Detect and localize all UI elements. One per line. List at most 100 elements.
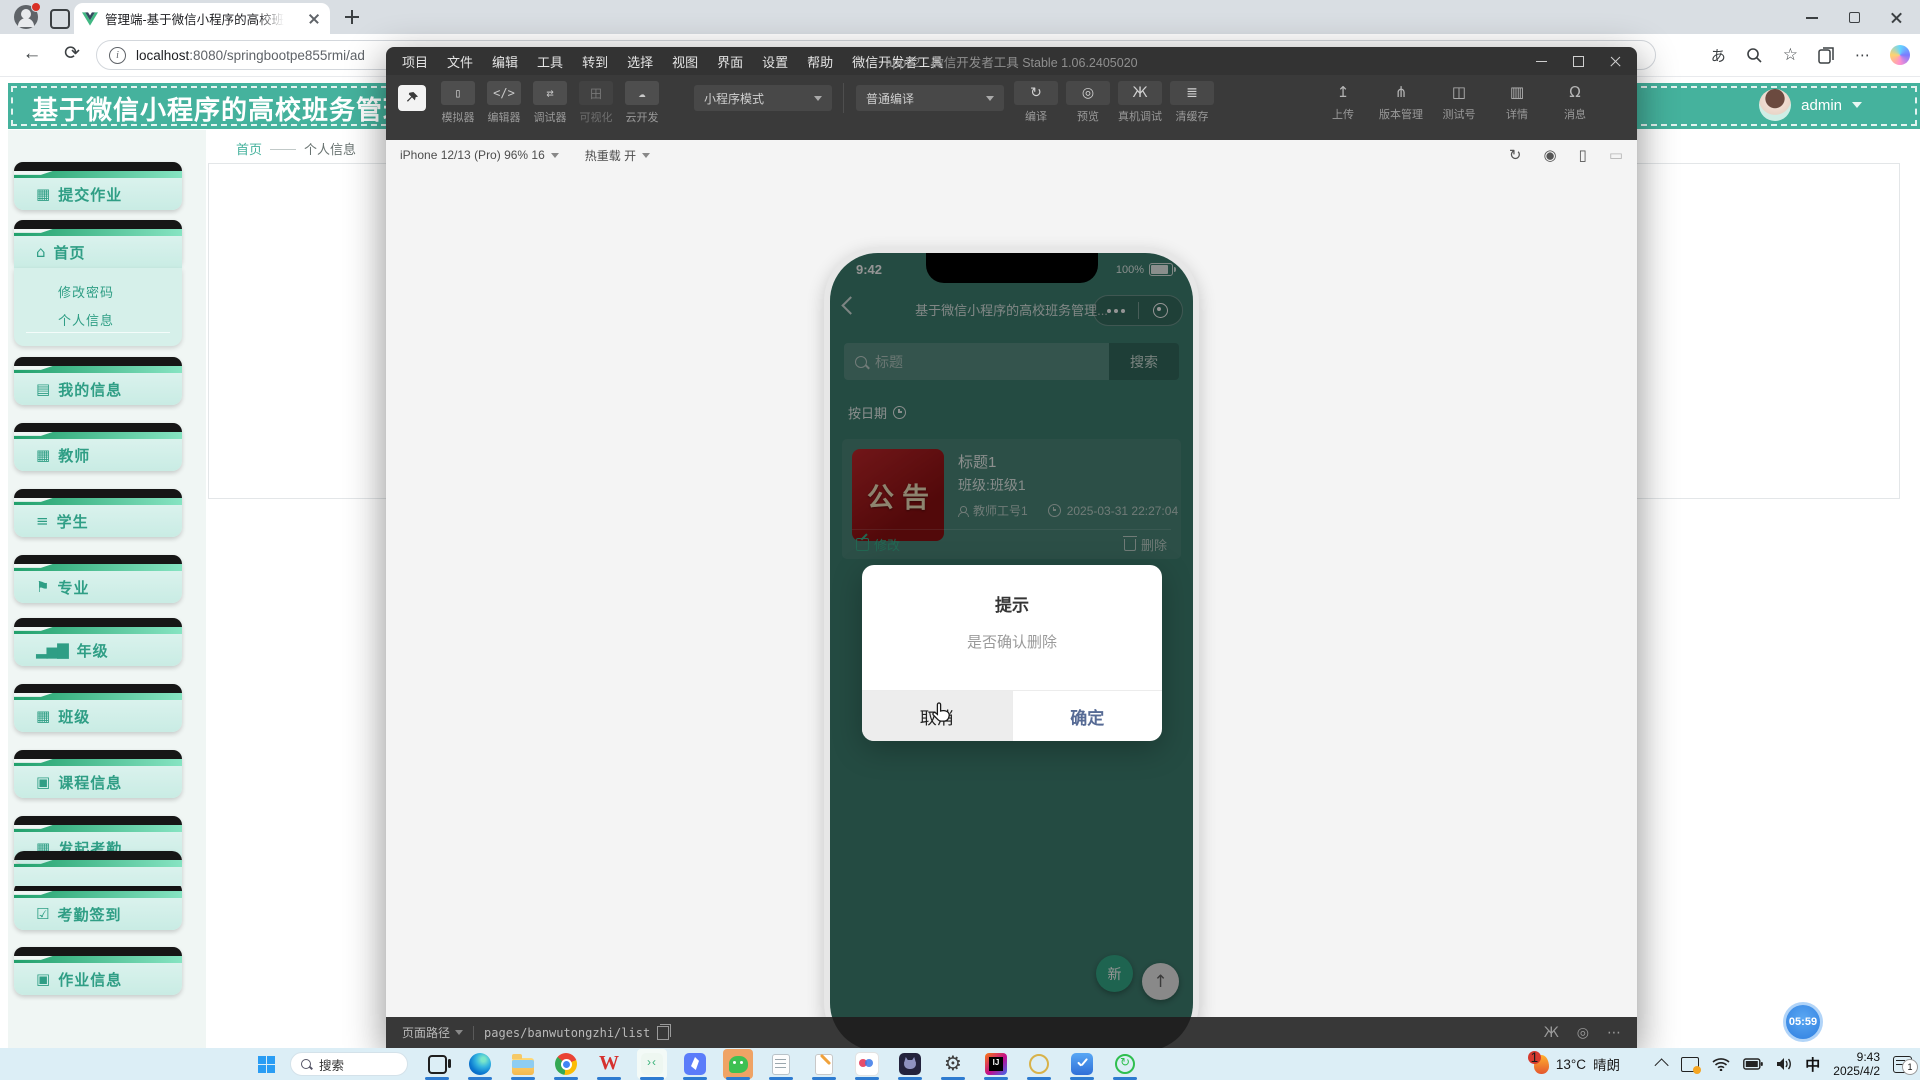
taskbar-app[interactable] — [981, 1049, 1011, 1079]
taskbar-app[interactable] — [766, 1049, 796, 1079]
taskbar-weather[interactable]: 1 13°C 晴朗 — [1534, 1048, 1620, 1080]
mode-select[interactable]: 小程序模式 — [694, 85, 832, 111]
taskbar-app[interactable] — [938, 1049, 968, 1079]
sidebar-item[interactable]: ≡ 学生 — [14, 489, 182, 537]
taskbar-app[interactable] — [723, 1049, 753, 1079]
toolbar-tool[interactable]: ▯ 模拟器 — [438, 81, 478, 125]
sidebar-item[interactable]: ⌂ 首页 — [14, 220, 182, 268]
zoom-icon[interactable] — [1746, 47, 1763, 64]
sidebar-item[interactable]: ⚑ 专业 — [14, 555, 182, 603]
devtools-maximize-icon[interactable] — [1573, 56, 1584, 67]
wifi-icon[interactable] — [1712, 1057, 1730, 1071]
menu-item[interactable]: 微信开发者工具 — [852, 52, 943, 71]
devtools-close-icon[interactable] — [1610, 56, 1621, 67]
notification-icon[interactable]: 1 — [1893, 1056, 1912, 1073]
window-maximize-icon[interactable] — [1848, 11, 1860, 23]
floating-clock-widget[interactable]: 05:59 — [1783, 1002, 1823, 1042]
record-icon[interactable]: ◉ — [1543, 146, 1556, 164]
hot-reload-select[interactable]: 热重载 开 — [585, 147, 650, 164]
toolbar-action[interactable]: ↻ 编译 — [1014, 81, 1058, 124]
compile-mode-select[interactable]: 普通编译 — [856, 85, 1004, 111]
taskbar-app[interactable] — [680, 1049, 710, 1079]
toolbar-tool[interactable]: ⇄ 调试器 — [530, 81, 570, 125]
sidebar-item[interactable]: ▦ 教师 — [14, 423, 182, 471]
toolbar-right-action[interactable]: Ω 消息 — [1553, 81, 1597, 122]
taskbar-app[interactable] — [465, 1049, 495, 1079]
menu-item[interactable]: 帮助 — [807, 52, 833, 71]
devtools-minimize-icon[interactable] — [1536, 56, 1547, 67]
toolbar-right-action[interactable]: ◫ 测试号 — [1437, 81, 1481, 122]
menu-item[interactable]: 编辑 — [492, 52, 518, 71]
menu-item[interactable]: 选择 — [627, 52, 653, 71]
reload-icon[interactable]: ⟳ — [62, 44, 82, 64]
user-menu[interactable]: admin — [1759, 89, 1862, 121]
taskbar-app[interactable] — [594, 1049, 624, 1079]
taskbar-app[interactable] — [1110, 1049, 1140, 1079]
more-menu-icon[interactable]: ⋯ — [1855, 46, 1870, 64]
tray-chevron-icon[interactable] — [1655, 1058, 1669, 1072]
device-select[interactable]: iPhone 12/13 (Pro) 96% 16 — [400, 148, 559, 162]
sidebar-item[interactable]: ▦ 班级 — [14, 684, 182, 732]
taskbar-app[interactable] — [809, 1049, 839, 1079]
menu-item[interactable]: 转到 — [582, 52, 608, 71]
tab-actions-icon[interactable] — [50, 9, 70, 29]
toolbar-tool[interactable]: </> 编辑器 — [484, 81, 524, 125]
battery-icon[interactable] — [1743, 1058, 1763, 1070]
sidebar-item[interactable]: ▦ 提交作业 — [14, 162, 182, 210]
window-close-icon[interactable] — [1890, 11, 1902, 23]
copilot-icon[interactable] — [1890, 45, 1910, 65]
taskbar-app[interactable] — [508, 1049, 538, 1079]
sidebar-item[interactable]: ▣ 作业信息 — [14, 947, 182, 995]
window-minimize-icon[interactable] — [1806, 11, 1818, 23]
sidebar-item[interactable]: ▣ 课程信息 — [14, 750, 182, 798]
toolbar-action[interactable]: Ж 真机调试 — [1118, 81, 1162, 124]
copy-icon[interactable] — [657, 1026, 669, 1040]
favorite-star-icon[interactable]: ☆ — [1783, 45, 1798, 65]
toolbar-right-action[interactable]: ▥ 详情 — [1495, 81, 1539, 122]
ime-indicator[interactable]: 中 — [1805, 1054, 1820, 1075]
pin-icon[interactable] — [398, 85, 426, 111]
menu-item[interactable]: 文件 — [447, 52, 473, 71]
sidebar-subitem-change-password[interactable]: 修改密码 — [58, 282, 114, 301]
display-sync-icon[interactable] — [1681, 1057, 1699, 1072]
tab-close-icon[interactable] — [306, 11, 322, 27]
new-tab-button[interactable] — [344, 9, 360, 25]
toolbar-tool[interactable]: ☁ 云开发 — [622, 81, 662, 125]
speaker-icon[interactable] — [1776, 1057, 1792, 1071]
taskbar-app[interactable] — [1067, 1049, 1097, 1079]
menu-item[interactable]: 界面 — [717, 52, 743, 71]
page-path-label[interactable]: 页面路径 — [402, 1024, 463, 1041]
bug-icon[interactable]: Ж — [1544, 1025, 1559, 1041]
taskbar-app[interactable] — [895, 1049, 925, 1079]
cast-icon[interactable]: ▭ — [1609, 146, 1623, 164]
perf-icon[interactable]: ◎ — [1577, 1025, 1589, 1041]
toolbar-right-action[interactable]: ↥ 上传 — [1321, 81, 1365, 122]
menu-item[interactable]: 项目 — [402, 52, 428, 71]
menu-item[interactable]: 设置 — [762, 52, 788, 71]
breadcrumb-home[interactable]: 首页 — [236, 139, 262, 158]
back-icon[interactable]: ← — [22, 44, 42, 64]
start-button[interactable] — [252, 1050, 280, 1078]
taskbar-search[interactable]: 搜索 — [290, 1052, 408, 1076]
sidebar-item[interactable]: ▤ 我的信息 — [14, 357, 182, 405]
phone-frame-icon[interactable]: ▯ — [1579, 146, 1587, 164]
confirm-button[interactable]: 确定 — [1013, 691, 1163, 741]
taskbar-app[interactable] — [551, 1049, 581, 1079]
taskbar-app[interactable] — [637, 1049, 667, 1079]
collections-icon[interactable] — [1818, 47, 1835, 64]
statusbar-more-icon[interactable]: ⋯ — [1607, 1025, 1621, 1041]
toolbar-tool[interactable]: 田 可视化 — [576, 81, 616, 125]
menu-item[interactable]: 视图 — [672, 52, 698, 71]
taskbar-clock[interactable]: 9:43 2025/4/2 — [1833, 1050, 1880, 1078]
browser-tab[interactable]: 管理端-基于微信小程序的高校班 — [74, 3, 330, 34]
toolbar-action[interactable]: ≣ 清缓存 — [1170, 81, 1214, 124]
taskbar-app[interactable] — [852, 1049, 882, 1079]
menu-item[interactable]: 工具 — [537, 52, 563, 71]
taskbar-app[interactable] — [1024, 1049, 1054, 1079]
translate-icon[interactable]: あ — [1711, 45, 1726, 66]
sidebar-item-partial[interactable] — [14, 851, 182, 886]
rotate-icon[interactable]: ↻ — [1509, 146, 1522, 164]
sidebar-item[interactable]: ▂▅▇ 年级 — [14, 618, 182, 666]
sidebar-item[interactable]: ☑ 考勤签到 — [14, 882, 182, 930]
sidebar-subitem-personal-info[interactable]: 个人信息 — [58, 310, 114, 329]
